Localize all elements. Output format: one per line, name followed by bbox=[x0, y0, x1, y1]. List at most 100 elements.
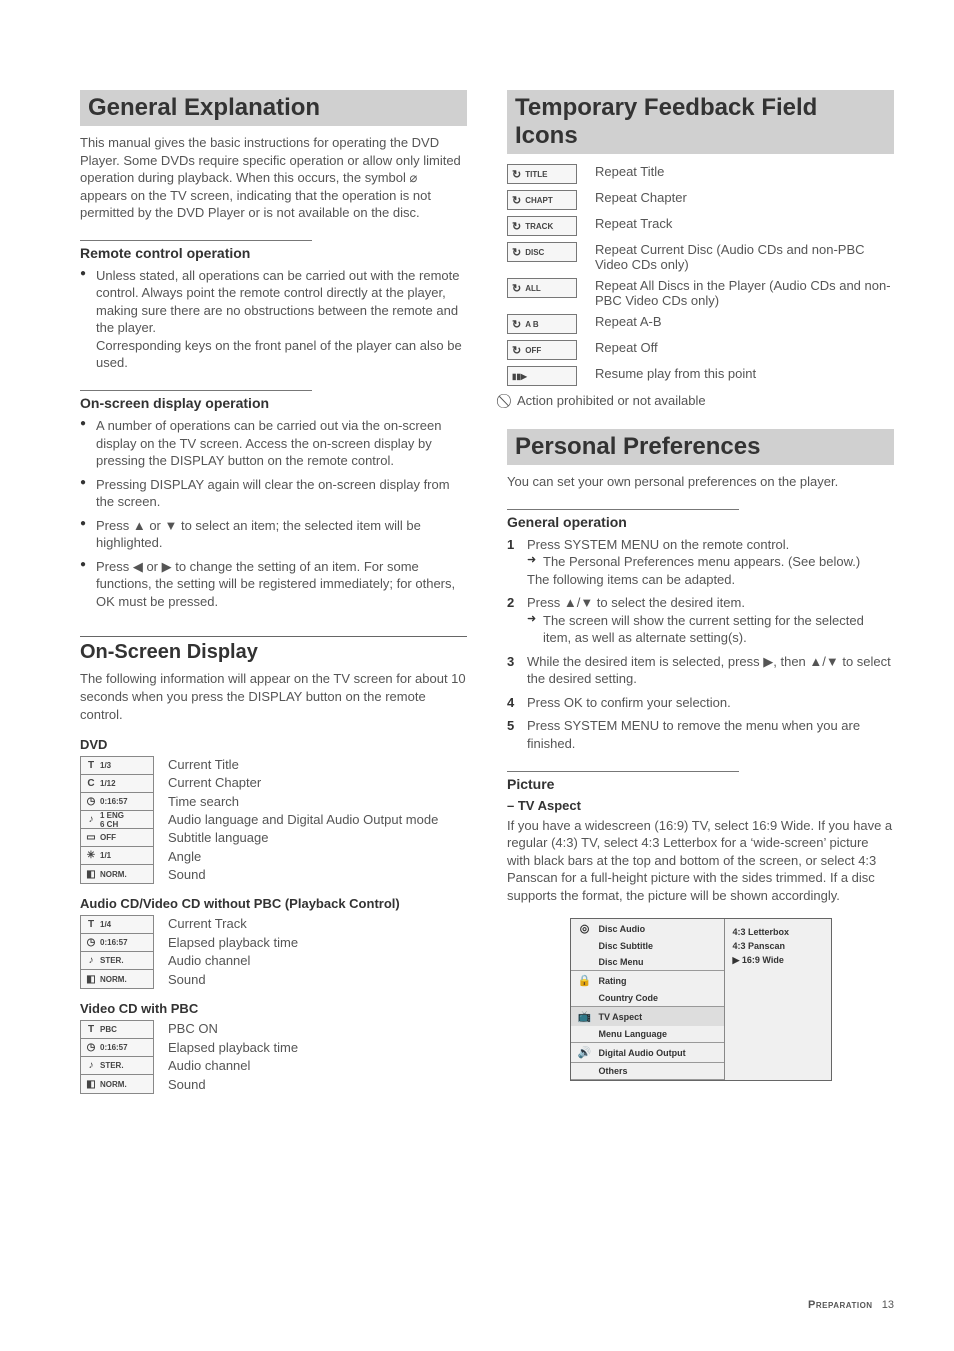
subhead-remote: Remote control operation bbox=[80, 240, 312, 261]
dvd-osd-labels: Current Title Current Chapter Time searc… bbox=[168, 756, 438, 884]
opt-letterbox: 4:3 Letterbox bbox=[733, 925, 823, 939]
label: Sound bbox=[168, 971, 298, 989]
menu-tv-aspect-selected: 📺TV Aspect bbox=[571, 1007, 724, 1026]
heading-personal-preferences: Personal Preferences bbox=[507, 429, 894, 465]
repeat-icon: ↻ bbox=[512, 168, 521, 181]
desc: Repeat Title bbox=[595, 164, 894, 179]
clock-icon: ◷ bbox=[85, 796, 97, 807]
osd-cell-chapter: C1/12 bbox=[81, 775, 153, 793]
osd-cell: TPBC bbox=[81, 1021, 153, 1039]
footer-page-number: 13 bbox=[882, 1299, 894, 1311]
clock-icon: ◷ bbox=[85, 1042, 97, 1053]
repeat-disc-chip: ↻DISC bbox=[507, 242, 577, 262]
subtitle-icon: ▭ bbox=[85, 832, 97, 843]
feedback-icon-list: ↻TITLE Repeat Title ↻CHAPT Repeat Chapte… bbox=[507, 164, 894, 386]
title-icon: T bbox=[85, 1024, 97, 1035]
chapter-icon: C bbox=[85, 778, 97, 789]
tv-aspect-paragraph: If you have a widescreen (16:9) TV, sele… bbox=[507, 817, 894, 905]
angle-icon: ✳ bbox=[85, 850, 97, 861]
label-current-title: Current Title bbox=[168, 756, 438, 774]
label-current-chapter: Current Chapter bbox=[168, 774, 438, 792]
label: Audio channel bbox=[168, 952, 298, 970]
osd-cell: ◧NORM. bbox=[81, 970, 153, 988]
two-column-layout: General Explanation This manual gives th… bbox=[80, 90, 894, 1104]
desc: Repeat Chapter bbox=[595, 190, 894, 205]
subhead-general-operation: General operation bbox=[507, 509, 739, 530]
desc: Resume play from this point bbox=[595, 366, 894, 381]
osd-op-b3: Press ▲ or ▼ to select an item; the sele… bbox=[80, 517, 467, 552]
osd-op-b4: Press ◀ or ▶ to change the setting of an… bbox=[80, 558, 467, 611]
osd-cell: ◷0:16:57 bbox=[81, 934, 153, 952]
label-subtitle-lang: Subtitle language bbox=[168, 829, 438, 847]
left-column: General Explanation This manual gives th… bbox=[80, 90, 467, 1104]
label: Current Track bbox=[168, 915, 298, 933]
sound-icon: ◧ bbox=[85, 1079, 97, 1090]
preferences-menu-screenshot: ◎Disc Audio Disc Subtitle Disc Menu 🔒Rat… bbox=[570, 918, 832, 1081]
steps-list: 1 Press SYSTEM MENU on the remote contro… bbox=[507, 536, 894, 753]
osd-cell-sound: ◧NORM. bbox=[81, 865, 153, 883]
step-2: 2 Press ▲/▼ to select the desired item. … bbox=[507, 594, 894, 647]
repeat-track-chip: ↻TRACK bbox=[507, 216, 577, 236]
acd-osd-table: T1/4 ◷0:16:57 ♪STER. ◧NORM. Current Trac… bbox=[80, 915, 467, 989]
osd-op-bullets: A number of operations can be carried ou… bbox=[80, 417, 467, 610]
sound-icon: ◧ bbox=[85, 869, 97, 880]
subhead-osd-operation: On-screen display operation bbox=[80, 390, 312, 411]
heading-feedback-icons: Temporary Feedback Field Icons bbox=[507, 90, 894, 154]
desc: Repeat Off bbox=[595, 340, 894, 355]
osd-cell-subtitle: ▭OFF bbox=[81, 829, 153, 847]
osd-cell-audio: ♪1 ENG 6 CH bbox=[81, 811, 153, 829]
remote-bullets: Unless stated, all operations can be car… bbox=[80, 267, 467, 372]
dvd-osd-table: T1/3 C1/12 ◷0:16:57 ♪1 ENG 6 CH ▭OFF ✳1/… bbox=[80, 756, 467, 884]
speaker-icon: ♪ bbox=[85, 955, 97, 966]
repeat-icon: ↻ bbox=[512, 220, 521, 233]
right-column: Temporary Feedback Field Icons ↻TITLE Re… bbox=[507, 90, 894, 1104]
repeat-icon: ↻ bbox=[512, 282, 521, 295]
osd-cell: T1/4 bbox=[81, 916, 153, 934]
osd-intro: The following information will appear on… bbox=[80, 670, 467, 723]
label: PBC ON bbox=[168, 1020, 298, 1038]
opt-wide: ▶ 16:9 Wide bbox=[733, 953, 823, 968]
opt-panscan: 4:3 Panscan bbox=[733, 939, 823, 953]
repeat-icon: ↻ bbox=[512, 318, 521, 331]
step-1: 1 Press SYSTEM MENU on the remote contro… bbox=[507, 536, 894, 589]
repeat-off-chip: ↻OFF bbox=[507, 340, 577, 360]
resume-chip: ▮▮▶ bbox=[507, 366, 577, 386]
title-icon: T bbox=[85, 760, 97, 771]
sound-icon: ◧ bbox=[85, 974, 97, 985]
desc: Repeat A-B bbox=[595, 314, 894, 329]
step-5: 5Press SYSTEM MENU to remove the menu wh… bbox=[507, 717, 894, 752]
acd-osd-labels: Current Track Elapsed playback time Audi… bbox=[168, 915, 298, 989]
h1-text: Temporary Feedback Field Icons bbox=[515, 94, 886, 150]
remote-bullet-1: Unless stated, all operations can be car… bbox=[80, 267, 467, 372]
label-sound: Sound bbox=[168, 866, 438, 884]
h1-text: Personal Preferences bbox=[515, 433, 886, 461]
acd-subhead: Audio CD/Video CD without PBC (Playback … bbox=[80, 896, 467, 911]
repeat-icon: ↻ bbox=[512, 246, 521, 259]
desc: Repeat Track bbox=[595, 216, 894, 231]
label: Audio channel bbox=[168, 1057, 298, 1075]
prohibit-text: Action prohibited or not available bbox=[517, 393, 706, 408]
desc: Repeat All Discs in the Player (Audio CD… bbox=[595, 278, 894, 308]
repeat-ab-chip: ↻A B bbox=[507, 314, 577, 334]
title-icon: T bbox=[85, 919, 97, 930]
osd-cell: ♪STER. bbox=[81, 952, 153, 970]
menu-left-panel: ◎Disc Audio Disc Subtitle Disc Menu 🔒Rat… bbox=[571, 919, 725, 1080]
h1-text: General Explanation bbox=[88, 94, 459, 122]
vcd-osd-labels: PBC ON Elapsed playback time Audio chann… bbox=[168, 1020, 298, 1094]
vcd-osd-table: TPBC ◷0:16:57 ♪STER. ◧NORM. PBC ON Elaps… bbox=[80, 1020, 467, 1094]
label-time-search: Time search bbox=[168, 793, 438, 811]
osd-cell: ♪STER. bbox=[81, 1057, 153, 1075]
vcd-osd-stack: TPBC ◷0:16:57 ♪STER. ◧NORM. bbox=[80, 1020, 154, 1094]
repeat-all-chip: ↻ALL bbox=[507, 278, 577, 298]
acd-osd-stack: T1/4 ◷0:16:57 ♪STER. ◧NORM. bbox=[80, 915, 154, 989]
dvd-subhead: DVD bbox=[80, 737, 467, 752]
label: Elapsed playback time bbox=[168, 1039, 298, 1057]
osd-cell: ◧NORM. bbox=[81, 1075, 153, 1093]
tv-icon: 📺 bbox=[577, 1010, 593, 1023]
heading-on-screen-display: On-Screen Display bbox=[80, 636, 467, 664]
vcd-subhead: Video CD with PBC bbox=[80, 1001, 467, 1016]
osd-op-b1: A number of operations can be carried ou… bbox=[80, 417, 467, 470]
footer-section: Preparation bbox=[808, 1299, 873, 1311]
repeat-icon: ↻ bbox=[512, 344, 521, 357]
step-4: 4Press OK to confirm your selection. bbox=[507, 694, 894, 712]
